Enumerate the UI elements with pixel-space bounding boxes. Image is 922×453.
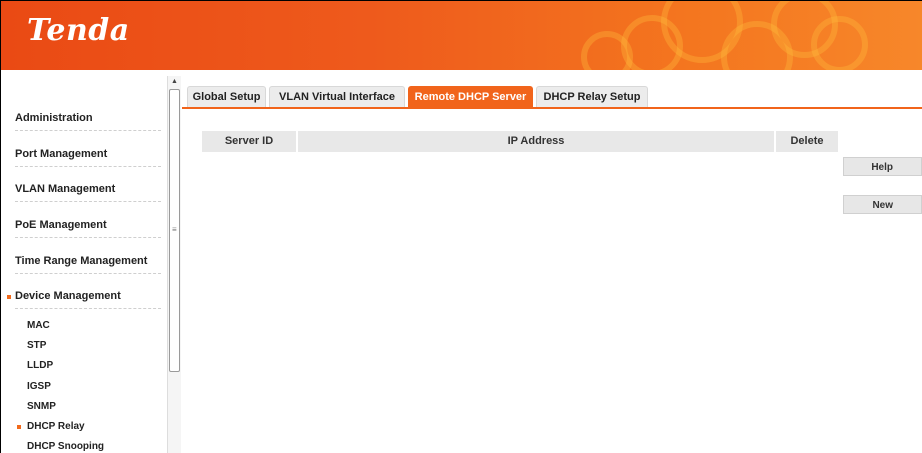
submenu-item-snmp[interactable]: SNMP bbox=[27, 401, 56, 412]
scroll-grip-icon: ≡ bbox=[172, 225, 177, 234]
column-header-delete: Delete bbox=[790, 135, 824, 147]
help-button[interactable]: Help bbox=[843, 157, 922, 176]
sidebar-scrollbar[interactable]: ▲ ≡ bbox=[167, 76, 181, 453]
header-banner: Tenda bbox=[1, 1, 922, 70]
scroll-thumb[interactable]: ≡ bbox=[169, 89, 180, 372]
menu-divider bbox=[15, 166, 161, 167]
active-submenu-bullet bbox=[17, 425, 21, 429]
submenu-item-dhcp-snooping[interactable]: DHCP Snooping bbox=[27, 441, 104, 452]
sidebar-item-port-management[interactable]: Port Management bbox=[15, 148, 160, 160]
tab-vlan-virtual-interface[interactable]: VLAN Virtual Interface bbox=[269, 86, 405, 107]
active-menu-bullet bbox=[7, 295, 11, 299]
submenu-item-stp[interactable]: STP bbox=[27, 340, 46, 351]
new-button[interactable]: New bbox=[843, 195, 922, 214]
column-header-server-id: Server ID bbox=[224, 135, 274, 147]
sidebar-item-time-range-management[interactable]: Time Range Management bbox=[15, 255, 160, 267]
submenu-item-mac[interactable]: MAC bbox=[27, 320, 50, 331]
tab-underline bbox=[182, 107, 922, 109]
sidebar-item-vlan-management[interactable]: VLAN Management bbox=[15, 183, 160, 195]
tab-dhcp-relay-setup[interactable]: DHCP Relay Setup bbox=[536, 86, 648, 107]
submenu-item-dhcp-relay[interactable]: DHCP Relay bbox=[27, 421, 85, 432]
brand-logo: Tenda bbox=[27, 13, 130, 48]
remote-dhcp-server-table: Server ID IP Address Delete bbox=[202, 131, 838, 152]
sidebar-nav: Administration Port Management VLAN Mana… bbox=[1, 76, 166, 453]
sidebar-item-device-management[interactable]: Device Management bbox=[15, 290, 160, 302]
tab-global-setup[interactable]: Global Setup bbox=[187, 86, 266, 107]
menu-divider bbox=[15, 130, 161, 131]
menu-divider bbox=[15, 308, 161, 309]
decorative-swirl bbox=[811, 16, 868, 70]
sidebar-item-poe-management[interactable]: PoE Management bbox=[15, 219, 160, 231]
submenu-item-igsp[interactable]: IGSP bbox=[27, 381, 51, 392]
menu-divider bbox=[15, 201, 161, 202]
column-header-ip-address: IP Address bbox=[507, 135, 565, 147]
menu-divider bbox=[15, 273, 161, 274]
tab-remote-dhcp-server[interactable]: Remote DHCP Server bbox=[408, 86, 533, 107]
submenu-item-lldp[interactable]: LLDP bbox=[27, 360, 53, 371]
sidebar-item-administration[interactable]: Administration bbox=[15, 112, 160, 124]
scroll-up-arrow-icon[interactable]: ▲ bbox=[171, 78, 178, 85]
menu-divider bbox=[15, 237, 161, 238]
